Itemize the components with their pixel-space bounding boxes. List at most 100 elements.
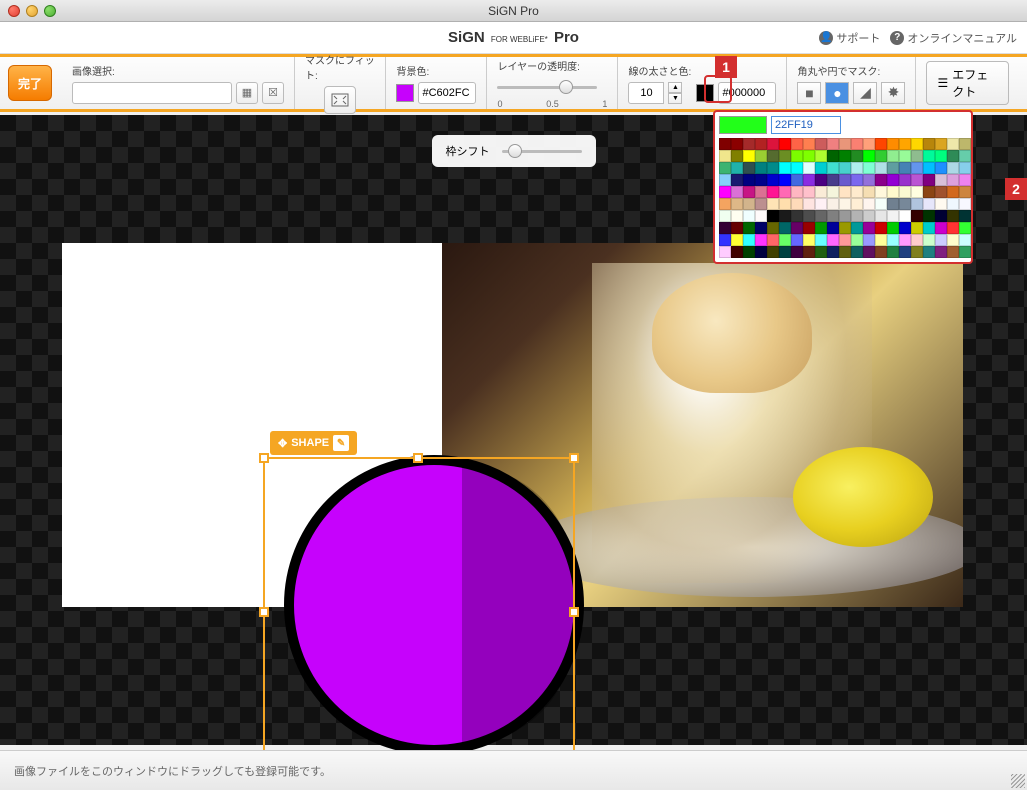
color-cell[interactable] — [803, 234, 815, 246]
color-cell[interactable] — [719, 234, 731, 246]
color-cell[interactable] — [911, 162, 923, 174]
image-clear-button[interactable]: ☒ — [262, 82, 284, 104]
color-cell[interactable] — [899, 246, 911, 258]
line-color-input[interactable] — [718, 82, 776, 104]
effect-button[interactable]: ☰ エフェクト — [926, 61, 1009, 105]
color-cell[interactable] — [875, 222, 887, 234]
color-cell[interactable] — [935, 222, 947, 234]
color-cell[interactable] — [923, 198, 935, 210]
color-cell[interactable] — [947, 174, 959, 186]
color-cell[interactable] — [863, 162, 875, 174]
color-cell[interactable] — [803, 246, 815, 258]
color-cell[interactable] — [887, 162, 899, 174]
color-cell[interactable] — [743, 162, 755, 174]
color-cell[interactable] — [875, 198, 887, 210]
color-cell[interactable] — [743, 150, 755, 162]
color-cell[interactable] — [815, 162, 827, 174]
color-cell[interactable] — [863, 210, 875, 222]
mask-fit-button[interactable] — [324, 86, 356, 114]
color-cell[interactable] — [899, 162, 911, 174]
color-cell[interactable] — [767, 246, 779, 258]
color-cell[interactable] — [755, 210, 767, 222]
color-cell[interactable] — [887, 198, 899, 210]
color-cell[interactable] — [719, 150, 731, 162]
color-cell[interactable] — [839, 198, 851, 210]
color-cell[interactable] — [899, 186, 911, 198]
step-down-icon[interactable]: ▼ — [668, 93, 682, 104]
color-cell[interactable] — [827, 246, 839, 258]
color-cell[interactable] — [719, 246, 731, 258]
color-cell[interactable] — [887, 174, 899, 186]
color-cell[interactable] — [791, 222, 803, 234]
color-cell[interactable] — [899, 138, 911, 150]
color-cell[interactable] — [911, 234, 923, 246]
color-cell[interactable] — [803, 138, 815, 150]
color-cell[interactable] — [791, 234, 803, 246]
color-cell[interactable] — [731, 138, 743, 150]
color-cell[interactable] — [827, 174, 839, 186]
color-cell[interactable] — [743, 246, 755, 258]
color-cell[interactable] — [815, 234, 827, 246]
color-cell[interactable] — [779, 186, 791, 198]
color-cell[interactable] — [731, 210, 743, 222]
color-cell[interactable] — [791, 174, 803, 186]
image-path-input[interactable] — [72, 82, 232, 104]
mask-circle-button[interactable]: ● — [825, 82, 849, 104]
zoom-window-button[interactable] — [44, 5, 56, 17]
color-cell[interactable] — [791, 246, 803, 258]
color-cell[interactable] — [719, 162, 731, 174]
color-cell[interactable] — [851, 162, 863, 174]
support-link[interactable]: 👤 サポート — [819, 30, 880, 46]
color-cell[interactable] — [779, 222, 791, 234]
color-cell[interactable] — [827, 186, 839, 198]
color-cell[interactable] — [959, 174, 971, 186]
color-cell[interactable] — [839, 222, 851, 234]
color-cell[interactable] — [815, 198, 827, 210]
line-width-stepper[interactable]: ▲ ▼ — [668, 82, 682, 104]
color-cell[interactable] — [935, 162, 947, 174]
color-cell[interactable] — [947, 138, 959, 150]
color-cell[interactable] — [947, 210, 959, 222]
color-cell[interactable] — [815, 150, 827, 162]
color-cell[interactable] — [851, 246, 863, 258]
color-cell[interactable] — [791, 138, 803, 150]
color-cell[interactable] — [827, 210, 839, 222]
color-cell[interactable] — [923, 150, 935, 162]
color-cell[interactable] — [839, 162, 851, 174]
color-cell[interactable] — [743, 198, 755, 210]
handle-tl[interactable] — [259, 453, 269, 463]
color-cell[interactable] — [719, 198, 731, 210]
color-cell[interactable] — [947, 162, 959, 174]
color-cell[interactable] — [959, 150, 971, 162]
color-cell[interactable] — [959, 234, 971, 246]
color-cell[interactable] — [863, 198, 875, 210]
color-cell[interactable] — [923, 162, 935, 174]
mask-triangle-button[interactable]: ◢ — [853, 82, 877, 104]
color-cell[interactable] — [899, 210, 911, 222]
color-cell[interactable] — [935, 246, 947, 258]
color-cell[interactable] — [899, 198, 911, 210]
color-cell[interactable] — [959, 246, 971, 258]
color-cell[interactable] — [755, 234, 767, 246]
color-cell[interactable] — [815, 246, 827, 258]
color-cell[interactable] — [827, 198, 839, 210]
color-cell[interactable] — [767, 210, 779, 222]
handle-tm[interactable] — [413, 453, 423, 463]
pencil-icon[interactable]: ✎ — [333, 435, 349, 451]
color-cell[interactable] — [911, 246, 923, 258]
color-cell[interactable] — [911, 174, 923, 186]
color-cell[interactable] — [743, 234, 755, 246]
color-cell[interactable] — [851, 186, 863, 198]
color-cell[interactable] — [755, 162, 767, 174]
color-cell[interactable] — [719, 210, 731, 222]
color-cell[interactable] — [911, 222, 923, 234]
color-cell[interactable] — [743, 210, 755, 222]
color-cell[interactable] — [803, 174, 815, 186]
color-cell[interactable] — [923, 234, 935, 246]
color-cell[interactable] — [791, 198, 803, 210]
color-cell[interactable] — [899, 234, 911, 246]
color-cell[interactable] — [767, 198, 779, 210]
color-cell[interactable] — [779, 174, 791, 186]
color-cell[interactable] — [959, 138, 971, 150]
color-cell[interactable] — [875, 234, 887, 246]
